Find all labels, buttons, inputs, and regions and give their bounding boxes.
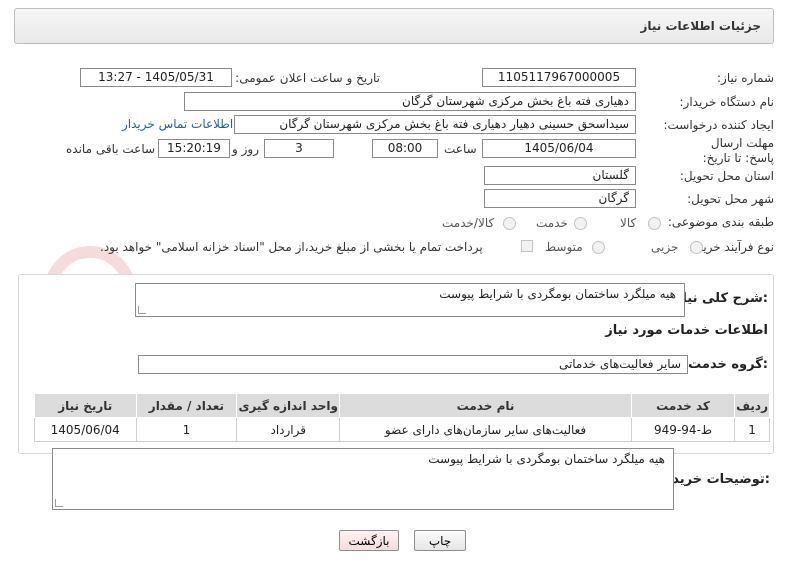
table-row: 1 ط-94-949 فعالیت‌های سایر سازمان‌های دا…	[34, 417, 770, 442]
table-header-row: ردیف کد خدمت نام خدمت واحد اندازه گیری ت…	[34, 393, 770, 418]
days-field: 3	[264, 139, 334, 158]
general-desc-label: شرح کلی نیاز:	[674, 291, 768, 306]
city-label: شهر محل تحویل:	[687, 192, 774, 206]
treasury-payment-note: پرداخت تمام یا بخشی از مبلغ خرید،از محل …	[100, 240, 483, 254]
requester-label: ایجاد کننده درخواست:	[663, 118, 774, 132]
cell-service-name: فعالیت‌های سایر سازمان‌های دارای عضو	[339, 417, 632, 442]
page-header: جزئیات اطلاعات نیاز	[14, 8, 774, 44]
print-button[interactable]: چاپ	[414, 530, 466, 551]
requester-field: سیداسحق حسینی دهیار دهیاری فته باغ بخش م…	[234, 115, 636, 134]
category-label: طبقه بندی موضوعی:	[667, 215, 774, 229]
col-header-service-name: نام خدمت	[339, 393, 632, 418]
back-button[interactable]: بازگشت	[339, 530, 399, 551]
need-number-field: 1105117967000005	[482, 68, 636, 87]
general-desc-text: هیه میلگرد ساختمان بومگردی با شرایط پیوس…	[439, 287, 676, 301]
days-label: روز و	[232, 142, 259, 156]
purchase-radio-medium[interactable]	[592, 241, 605, 254]
buyer-notes-textarea[interactable]: هیه میلگرد ساختمان بومگردی با شرایط پیوس…	[52, 448, 674, 510]
buyer-org-field: دهیاری فته باغ بخش مرکزی شهرستان گرگان	[184, 92, 636, 111]
service-group-label: گروه خدمت:	[688, 357, 768, 372]
treasury-payment-checkbox[interactable]	[521, 240, 533, 252]
col-header-service-code: کد خدمت	[630, 393, 736, 418]
purchase-option-minor: جزیی	[651, 240, 679, 254]
announce-datetime-label: تاریخ و ساعت اعلان عمومی:	[235, 71, 380, 85]
cell-need-date: 1405/06/04	[34, 417, 137, 442]
purchase-option-medium: متوسط	[545, 240, 583, 254]
category-option-service: خدمت	[536, 216, 568, 230]
cell-service-code: ط-94-949	[630, 417, 736, 442]
buyer-notes-label: توضیحات خریدار:	[660, 472, 770, 487]
category-radio-goods[interactable]	[648, 217, 661, 230]
buyer-org-label: نام دستگاه خریدار:	[679, 95, 775, 109]
need-number-label: شماره نیاز:	[717, 71, 774, 85]
services-table: ردیف کد خدمت نام خدمت واحد اندازه گیری ت…	[34, 393, 770, 442]
deadline-time-field: 08:00	[372, 139, 438, 158]
category-option-goods: کالا	[620, 216, 637, 230]
col-header-need-date: تاریخ نیاز	[34, 393, 137, 418]
province-label: استان محل تحویل:	[679, 169, 774, 183]
general-desc-textarea[interactable]: هیه میلگرد ساختمان بومگردی با شرایط پیوس…	[135, 283, 685, 317]
col-header-unit: واحد اندازه گیری	[236, 393, 341, 418]
resize-handle-icon[interactable]	[55, 499, 63, 507]
remaining-time-label: ساعت باقی مانده	[66, 142, 156, 156]
announce-datetime-field: 1405/05/31 - 13:27	[80, 68, 232, 87]
purchase-radio-minor[interactable]	[690, 241, 703, 254]
col-header-row-number: ردیف	[734, 393, 770, 418]
cell-quantity: 1	[135, 417, 238, 442]
remaining-time-field: 15:20:19	[158, 139, 230, 158]
province-field: گلستان	[484, 166, 636, 185]
resize-handle-icon[interactable]	[138, 306, 146, 314]
category-radio-service[interactable]	[574, 217, 587, 230]
deadline-date-field: 1405/06/04	[482, 139, 636, 158]
buyer-notes-text: هیه میلگرد ساختمان بومگردی با شرایط پیوس…	[428, 452, 665, 466]
col-header-quantity: تعداد / مقدار	[135, 393, 238, 418]
page-title: جزئیات اطلاعات نیاز	[640, 19, 761, 33]
buyer-contact-link[interactable]: اطلاعات تماس خریدار	[122, 117, 233, 131]
city-field: گرگان	[484, 189, 636, 208]
services-section-title: اطلاعات خدمات مورد نیاز	[605, 323, 768, 338]
category-option-goods-service: کالا/خدمت	[442, 216, 495, 230]
deadline-time-label: ساعت	[444, 142, 477, 156]
cell-unit: قرارداد	[236, 417, 341, 442]
service-group-field: سایر فعالیت‌های خدماتی	[138, 355, 688, 374]
deadline-label: مهلت ارسال پاسخ: تا تاریخ:	[702, 136, 774, 165]
category-radio-goods-service[interactable]	[503, 217, 516, 230]
cell-row-number: 1	[734, 417, 770, 442]
